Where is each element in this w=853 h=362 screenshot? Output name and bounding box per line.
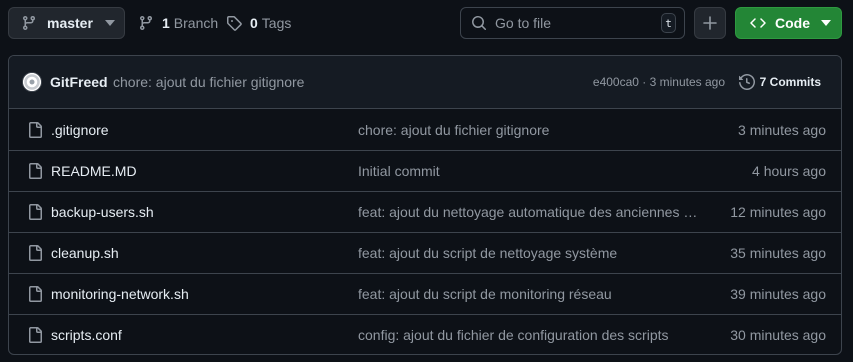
file-icon xyxy=(27,245,43,261)
file-list: .gitignore chore: ajout du fichier gitig… xyxy=(9,109,841,354)
file-commit-time: 12 minutes ago xyxy=(730,204,826,220)
add-file-button[interactable] xyxy=(694,7,726,39)
branch-selector-button[interactable]: master xyxy=(8,7,125,39)
file-row[interactable]: README.MD Initial commit 4 hours ago xyxy=(9,150,841,191)
go-to-file-input[interactable]: Go to file t xyxy=(460,7,685,39)
file-commit-message[interactable]: chore: ajout du fichier gitignore xyxy=(358,122,703,138)
history-icon xyxy=(738,74,755,90)
file-row[interactable]: cleanup.sh feat: ajout du script de nett… xyxy=(9,232,841,273)
commits-count-label: 7 Commits xyxy=(759,75,821,89)
git-branch-icon xyxy=(21,15,37,31)
file-icon xyxy=(27,204,43,220)
file-commit-time: 39 minutes ago xyxy=(730,286,826,302)
file-name[interactable]: README.MD xyxy=(51,163,137,179)
file-row[interactable]: scripts.conf config: ajout du fichier de… xyxy=(9,314,841,354)
file-row[interactable]: monitoring-network.sh feat: ajout du scr… xyxy=(9,273,841,314)
code-button-label: Code xyxy=(775,15,810,31)
triangle-down-icon xyxy=(104,20,115,26)
code-button[interactable]: Code xyxy=(735,7,842,39)
file-commit-message[interactable]: feat: ajout du script de monitoring rése… xyxy=(358,286,703,302)
search-icon xyxy=(471,15,487,31)
file-icon xyxy=(27,327,43,343)
file-icon xyxy=(27,121,43,138)
file-row[interactable]: backup-users.sh feat: ajout du nettoyage… xyxy=(9,191,841,232)
file-name[interactable]: cleanup.sh xyxy=(51,245,119,261)
file-name[interactable]: scripts.conf xyxy=(51,327,122,343)
plus-icon xyxy=(703,16,717,30)
commit-message[interactable]: chore: ajout du fichier gitignore xyxy=(113,74,304,90)
file-commit-message[interactable]: config: ajout du fichier de configuratio… xyxy=(358,327,703,343)
file-commit-time: 3 minutes ago xyxy=(738,121,826,138)
search-placeholder: Go to file xyxy=(495,15,552,31)
latest-commit-bar: GitFreed chore: ajout du fichier gitigno… xyxy=(9,56,841,109)
file-commit-message[interactable]: feat: ajout du nettoyage automatique des… xyxy=(358,204,703,220)
keyboard-shortcut-hint: t xyxy=(661,13,676,33)
avatar[interactable] xyxy=(22,72,42,92)
tags-link[interactable]: 0 Tags xyxy=(226,7,291,39)
file-icon xyxy=(27,163,43,179)
file-commit-message[interactable]: Initial commit xyxy=(358,163,703,179)
git-branch-icon xyxy=(138,15,154,31)
commit-hash-and-time[interactable]: e400ca0 · 3 minutes ago xyxy=(593,75,725,89)
branches-label: Branch xyxy=(173,15,219,31)
file-row[interactable]: .gitignore chore: ajout du fichier gitig… xyxy=(9,109,841,150)
file-commit-time: 4 hours ago xyxy=(752,163,826,179)
file-commit-time: 35 minutes ago xyxy=(730,245,826,261)
repo-toolbar: master 1 Branch 0 Tags Go to file t Code xyxy=(0,0,853,46)
file-name[interactable]: .gitignore xyxy=(51,122,109,138)
file-commit-time: 30 minutes ago xyxy=(730,327,826,343)
file-name[interactable]: monitoring-network.sh xyxy=(51,286,189,302)
file-name[interactable]: backup-users.sh xyxy=(51,204,154,220)
commit-author[interactable]: GitFreed xyxy=(50,74,108,90)
branches-link[interactable]: 1 Branch xyxy=(138,7,218,39)
file-browser-panel: GitFreed chore: ajout du fichier gitigno… xyxy=(8,55,842,355)
triangle-down-icon xyxy=(821,20,831,26)
branch-name: master xyxy=(47,15,93,31)
file-commit-message[interactable]: feat: ajout du script de nettoyage systè… xyxy=(358,245,703,261)
code-icon xyxy=(750,15,766,31)
tags-label: Tags xyxy=(261,15,292,31)
tag-icon xyxy=(226,15,242,31)
tags-count: 0 xyxy=(250,15,258,31)
commits-history-link[interactable]: 7 Commits xyxy=(738,74,821,90)
file-icon xyxy=(27,286,43,302)
branches-count: 1 xyxy=(162,15,170,31)
